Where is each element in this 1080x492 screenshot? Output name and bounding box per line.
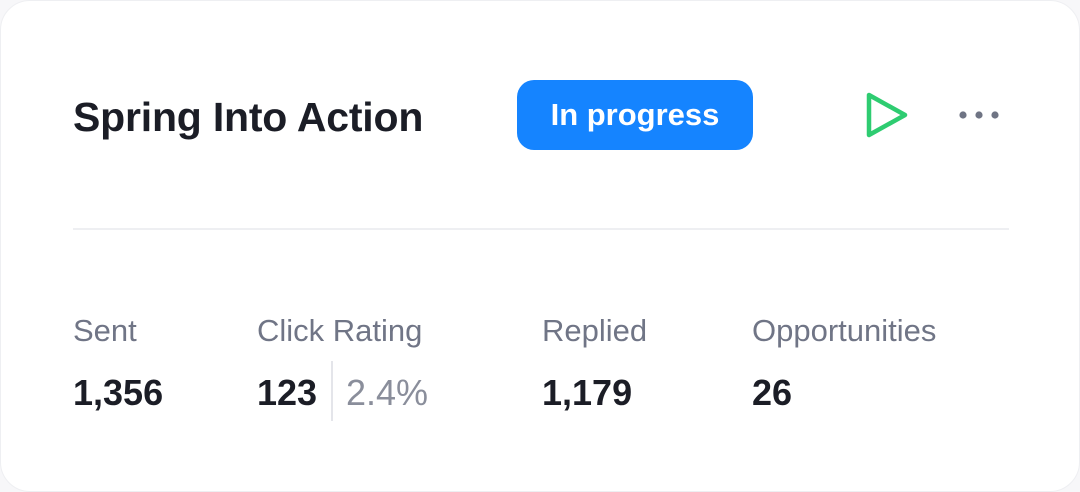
more-options-button[interactable] bbox=[955, 101, 1003, 129]
campaign-title: Spring Into Action bbox=[73, 94, 424, 140]
stat-label-click-rating: Click Rating bbox=[257, 313, 423, 348]
more-horizontal-icon bbox=[959, 111, 999, 119]
stat-value-sent: 1,356 bbox=[73, 372, 164, 413]
stat-separator bbox=[331, 361, 333, 421]
stat-label-sent: Sent bbox=[73, 313, 137, 348]
play-icon bbox=[866, 92, 908, 138]
stat-value-replied: 1,179 bbox=[542, 372, 633, 413]
stat-value-opportunities: 26 bbox=[752, 372, 793, 413]
stat-label-replied: Replied bbox=[542, 313, 648, 348]
campaign-card: Spring Into Action In progress Sent 1,35… bbox=[0, 0, 1080, 492]
divider bbox=[73, 228, 1009, 230]
stat-click-rate-percent: 2.4% bbox=[346, 372, 429, 413]
stat-value-click-rating: 123 bbox=[257, 372, 318, 413]
stat-label-opportunities: Opportunities bbox=[752, 313, 937, 348]
status-badge: In progress bbox=[517, 80, 753, 150]
play-button[interactable] bbox=[859, 89, 911, 141]
